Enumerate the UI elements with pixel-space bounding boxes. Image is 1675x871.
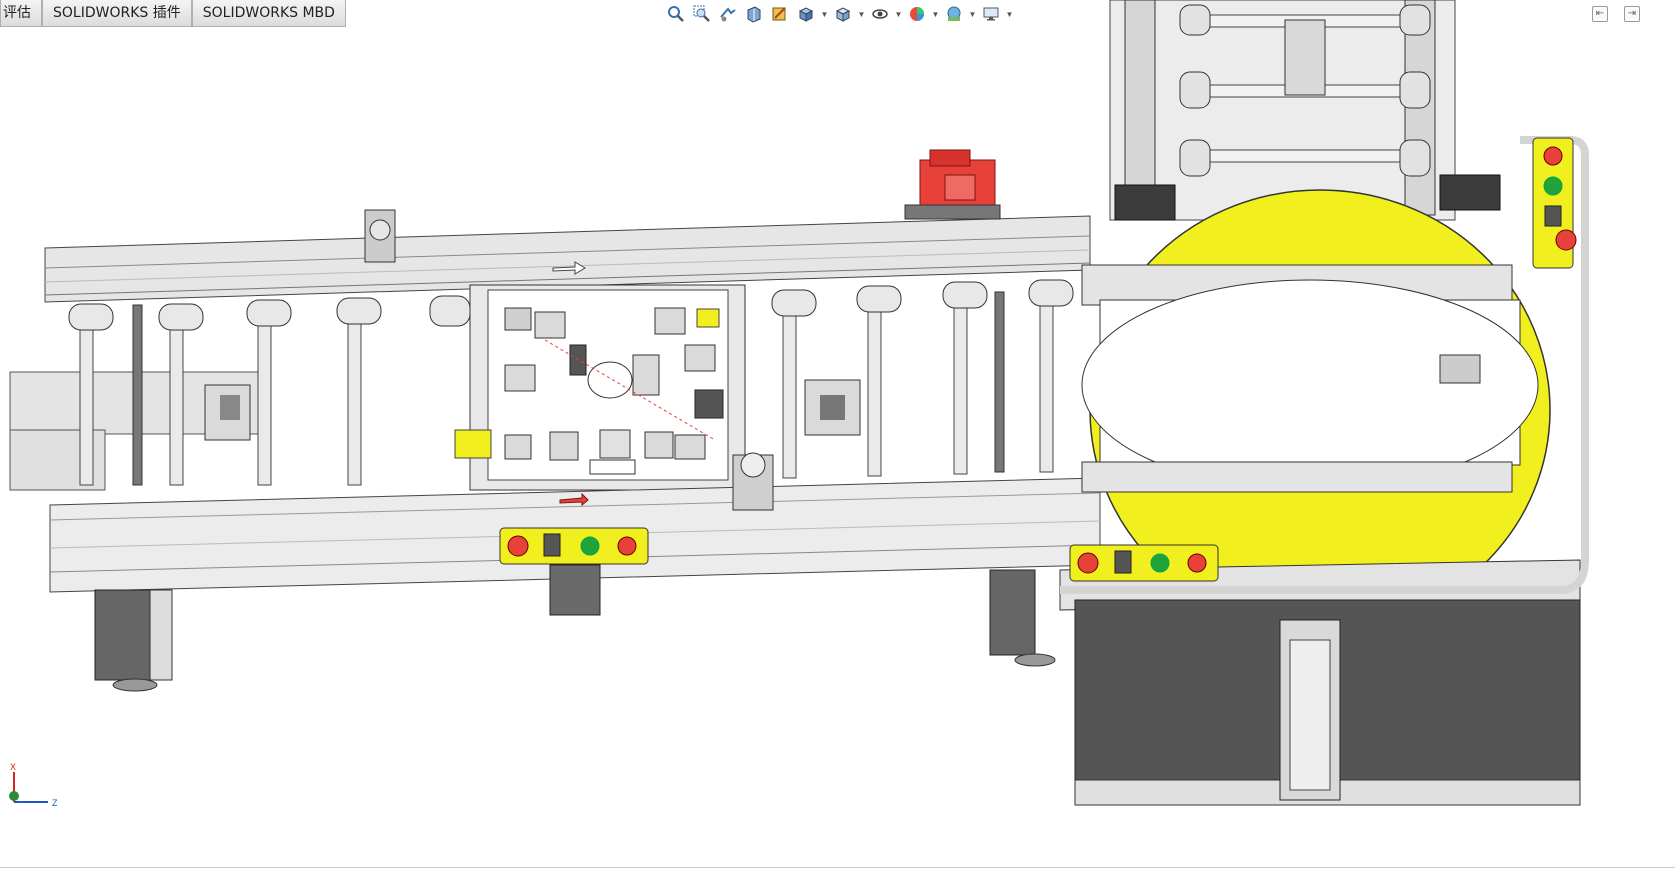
reference-triad: X Z bbox=[6, 760, 66, 810]
control-panel-right bbox=[1069, 544, 1219, 582]
model-conveyor-assembly bbox=[9, 0, 1589, 806]
graphics-area[interactable] bbox=[0, 0, 1675, 871]
upper-right-conveyor bbox=[1109, 0, 1501, 221]
triad-z-label: Z bbox=[52, 798, 58, 808]
status-divider bbox=[0, 867, 1675, 868]
gear-motor bbox=[904, 149, 1001, 220]
control-panel-left bbox=[499, 527, 649, 565]
pallet-fixture-plate bbox=[454, 284, 746, 491]
triad-x-label: X bbox=[10, 762, 16, 772]
control-panel-vertical bbox=[1532, 137, 1577, 269]
